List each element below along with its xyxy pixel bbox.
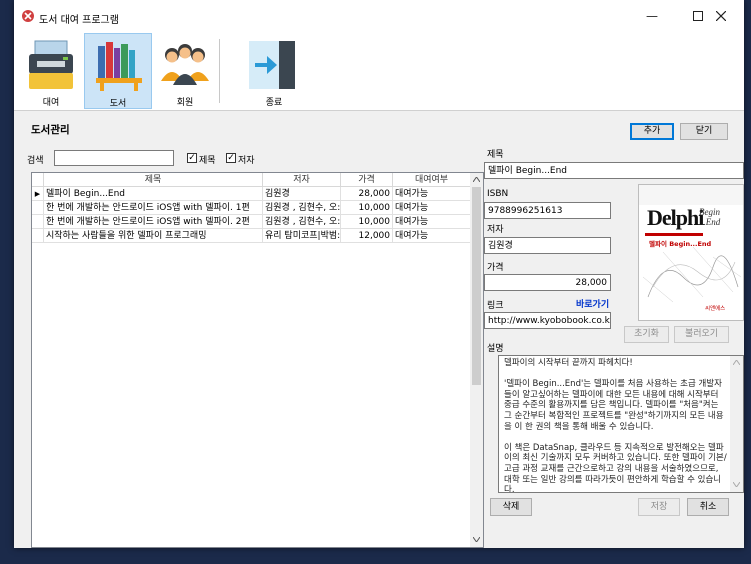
author-field[interactable]: 김원경 [484,237,611,254]
detail-title-label: 제목 [487,150,504,160]
price-field[interactable]: 28,000 [484,274,611,291]
grid-header-price[interactable]: 가격 [341,173,393,187]
grid-header-title[interactable]: 제목 [44,173,263,187]
cover-script: Begin ...End [699,207,721,227]
search-label: 검색 [27,156,44,166]
description-label: 설명 [487,344,504,354]
row-indicator [32,215,44,229]
table-cell-author: 유리 탐미코프|박범: [263,229,341,243]
exit-icon [249,41,295,89]
table-cell-title: 시작하는 사람들을 위한 델파이 프로그래밍 [44,229,263,243]
toolbar-rental-button[interactable]: 대여 [18,33,84,109]
table-cell-price: 28,000 [341,187,393,201]
memo-scrollbar[interactable] [730,356,743,492]
table-cell-status: 대여가능 [393,229,471,243]
toolbar-books-button[interactable]: 도서 [84,33,152,109]
cover-top-band [639,185,743,205]
author-label: 저자 [487,225,504,235]
books-grid[interactable]: 제목 저자 가격 대여여부 ▶ 델파이 Begin...End 김원경 28,0… [31,172,484,548]
table-cell-title: 한 번에 개발하는 안드로이드 iOS앱 with 델파이. 2편 [44,215,263,229]
table-cell-price: 12,000 [341,229,393,243]
members-icon [161,44,209,85]
window-title: 도서 대여 프로그램 [39,15,119,26]
delete-button[interactable]: 삭제 [490,498,532,516]
grid-header-author[interactable]: 저자 [263,173,341,187]
clear-image-button[interactable]: 초기화 [624,326,669,343]
link-label: 링크 [487,301,504,311]
table-cell-author: 김원경 [263,187,341,201]
row-indicator [32,229,44,243]
toolbar-exit-button[interactable]: 종료 [224,33,324,109]
book-cover-image: Delphi Begin ...End 델파이 Begin...End 씨앤에스 [638,184,744,321]
close-button[interactable] [698,0,744,33]
app-window: 도서 대여 프로그램 — 대여 도서 회원 종료 도서관리 추가 닫기 검색 ✓… [14,0,744,548]
add-button[interactable]: 추가 [630,123,674,140]
scroll-down-icon [473,537,480,542]
load-image-button[interactable]: 불러오기 [674,326,729,343]
minimize-icon: — [646,9,658,23]
author-checkbox[interactable]: ✓ [226,153,236,163]
toolbar-books-label: 도서 [109,99,127,109]
scroll-up-icon [473,177,480,182]
toolbar-rental-label: 대여 [42,98,60,108]
memo-scroll-up-icon [733,360,740,365]
save-button[interactable]: 저장 [638,498,680,516]
description-memo[interactable]: 델파이의 시작부터 끝까지 파헤치다! '델파이 Begin...End'는 델… [498,355,744,493]
table-row[interactable]: 한 번에 개발하는 안드로이드 iOS앱 with 델파이. 2편 김원경 , … [32,215,472,229]
title-bar[interactable]: 도서 대여 프로그램 — [14,0,744,33]
toolbar-members-label: 회원 [176,98,194,108]
table-cell-price: 10,000 [341,215,393,229]
cover-red-rule [645,233,703,236]
scrollbar-thumb[interactable] [472,187,481,385]
title-checkbox[interactable]: ✓ [187,153,197,163]
toolbar-exit-label: 종료 [265,98,283,108]
cover-art [643,247,741,303]
toolbar-members-button[interactable]: 회원 [152,33,218,109]
table-row[interactable]: 시작하는 사람들을 위한 델파이 프로그래밍 유리 탐미코프|박범: 12,00… [32,229,472,243]
search-input[interactable] [54,150,174,166]
grid-vertical-scrollbar[interactable] [470,173,483,547]
price-label: 가격 [487,263,504,273]
current-row-arrow-icon: ▶ [32,187,44,201]
table-cell-author: 김원경 , 김현수, 오: [263,215,341,229]
close-icon [715,10,727,22]
go-link[interactable]: 바로가기 [576,297,609,310]
table-cell-status: 대여가능 [393,201,471,215]
toolbar-separator [219,39,220,103]
isbn-field[interactable]: 9788996251613 [484,202,611,219]
table-cell-status: 대여가능 [393,187,471,201]
memo-scroll-down-icon [733,482,740,487]
cancel-button[interactable]: 취소 [687,498,729,516]
row-indicator [32,201,44,215]
rental-printer-icon [29,40,73,89]
isbn-label: ISBN [487,189,509,199]
table-cell-author: 김원경 , 김현수, 오: [263,201,341,215]
title-field[interactable]: 델파이 Begin...End [484,162,744,179]
cover-publisher: 씨앤에스 [705,306,726,312]
author-checkbox-label: 저자 [238,156,255,166]
table-cell-price: 10,000 [341,201,393,215]
grid-indicator-header [32,173,44,187]
books-icon [96,42,142,91]
header-divider [14,110,744,111]
cover-brand: Delphi [647,205,704,230]
grid-header-status[interactable]: 대여여부 [393,173,471,187]
minimize-button[interactable]: — [629,0,675,33]
description-text: 델파이의 시작부터 끝까지 파헤치다! '델파이 Begin...End'는 델… [504,358,727,493]
link-field[interactable]: http://www.kyobobook.co.kr/pro [484,312,611,329]
table-cell-title: 델파이 Begin...End [44,187,263,201]
table-row[interactable]: 한 번에 개발하는 안드로이드 iOS앱 with 델파이. 1편 김원경 , … [32,201,472,215]
main-toolbar: 대여 도서 회원 종료 [14,33,744,110]
close-page-button[interactable]: 닫기 [680,123,728,140]
page-title: 도서관리 [31,124,70,136]
table-cell-title: 한 번에 개발하는 안드로이드 iOS앱 with 델파이. 1편 [44,201,263,215]
title-checkbox-label: 제목 [199,156,216,166]
table-cell-status: 대여가능 [393,215,471,229]
app-icon [22,10,34,22]
table-row[interactable]: ▶ 델파이 Begin...End 김원경 28,000 대여가능 [32,187,472,201]
